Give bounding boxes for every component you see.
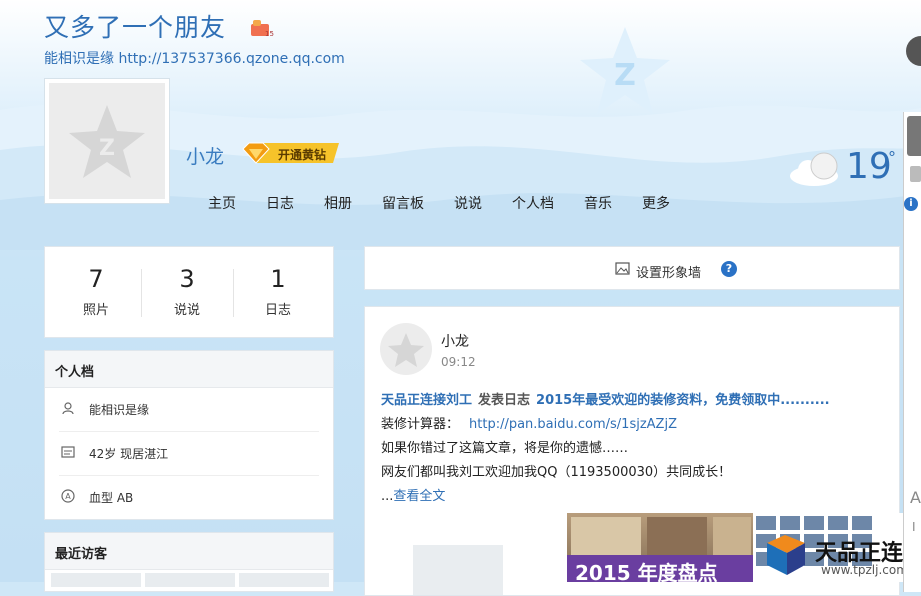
image-settings-icon[interactable] [615, 262, 631, 276]
profile-row: A 血型 AB [59, 475, 319, 519]
nav-item-blog[interactable]: 日志 [266, 193, 294, 213]
profile-row: 能相识是缘 [59, 387, 319, 432]
font-size-icon[interactable]: A [910, 488, 921, 507]
post-calc-link[interactable]: http://pan.baidu.com/s/1sjzAZjZ [469, 417, 677, 432]
nav-item-music[interactable]: 音乐 [584, 193, 612, 213]
weather-degree: ° [888, 148, 896, 167]
card-icon [61, 446, 75, 458]
text-cursor-icon: I [912, 520, 916, 534]
stat-blogs-label: 日志 [264, 303, 291, 318]
post-action: 发表日志 [478, 393, 531, 408]
avatar-placeholder: Z [49, 83, 165, 199]
svg-text:Z: Z [614, 58, 636, 93]
stat-photos-label: 照片 [82, 303, 109, 318]
visitor-thumb[interactable] [239, 573, 329, 587]
main-nav: 主页 日志 相册 留言板 说说 个人档 音乐 更多 [208, 193, 700, 213]
post-image-thumb[interactable] [413, 545, 503, 595]
visitor-thumb[interactable] [51, 573, 141, 587]
stat-photos-value: 7 [88, 265, 104, 293]
profile-avatar[interactable]: Z [44, 78, 170, 204]
image-wall-banner: 设置形象墙 ? [364, 246, 900, 290]
stats-card: 7 照片 3 说说 1 日志 [44, 246, 334, 338]
nav-item-moments[interactable]: 说说 [454, 193, 482, 213]
profile-card-header: 个人档 [45, 351, 333, 388]
post-author-name[interactable]: 小龙 [441, 331, 469, 351]
page-title: 又多了一个朋友 [44, 13, 227, 42]
visitor-thumb[interactable] [145, 573, 235, 587]
stat-moments-label: 说说 [173, 303, 200, 318]
ad-url: www.tpzlj.com [821, 563, 903, 577]
post-headline-link[interactable]: 2015年最受欢迎的装修资料，免费领取中.......... [536, 393, 830, 408]
default-avatar-star-icon: Z [69, 105, 145, 178]
stat-blogs-value: 1 [270, 265, 286, 293]
post-calc-label: 装修计算器： [381, 417, 460, 432]
post-body-line: 如果你错过了这篇文章，将是你的遗憾…… [381, 441, 629, 456]
ad-photo: 2015 年度盘点 [567, 513, 753, 582]
visitors-card-header: 最近访客 [45, 533, 333, 570]
qzone-star-icon: Z [580, 27, 670, 114]
svg-text:15: 15 [265, 30, 274, 38]
post-author-avatar[interactable] [380, 323, 432, 375]
nav-item-home[interactable]: 主页 [208, 193, 236, 213]
weather-temperature: 19 [846, 146, 892, 187]
default-avatar-star-icon [388, 333, 424, 367]
post-body-line: 装修计算器： http://pan.baidu.com/s/1sjzAZjZ [381, 413, 677, 432]
visitors-card: 最近访客 [44, 532, 334, 592]
profile-card: 个人档 能相识是缘 42岁 现居湛江 A 血型 AB [44, 350, 334, 520]
weather-cloud-icon [790, 152, 838, 186]
post-ellipsis: ... [381, 489, 394, 504]
stat-moments[interactable]: 3 说说 [142, 265, 232, 318]
visitors-card-title: 最近访客 [55, 547, 108, 562]
nav-item-more[interactable]: 更多 [642, 193, 670, 213]
info-icon[interactable]: i [904, 197, 918, 211]
post-body-line: 网友们都叫我刘工欢迎加我QQ（1193500030）共同成长！ [381, 465, 732, 480]
svg-text:A: A [65, 492, 71, 501]
post-more-row: ...查看全文 [381, 485, 445, 504]
view-full-text-link[interactable]: 查看全文 [393, 489, 445, 504]
set-image-wall-link[interactable]: 设置形象墙 [636, 262, 701, 281]
stat-photos[interactable]: 7 照片 [51, 265, 141, 318]
bloodtype-icon: A [61, 489, 75, 503]
help-icon[interactable]: ? [721, 261, 737, 277]
brand-logo-icon [767, 535, 805, 575]
profile-bloodtype: 血型 AB [89, 491, 134, 505]
profile-motto: 能相识是缘 [89, 403, 150, 417]
post-time: 09:12 [441, 355, 476, 369]
svg-text:Z: Z [99, 136, 115, 161]
page-subtitle[interactable]: 能相识是缘 http://137537366.qzone.qq.com [44, 48, 345, 68]
stat-blogs[interactable]: 1 日志 [233, 265, 323, 318]
profile-row: 42岁 现居湛江 [59, 431, 319, 476]
nav-item-album[interactable]: 相册 [324, 193, 352, 213]
profile-age-location: 42岁 现居湛江 [89, 447, 169, 461]
side-tool-icon[interactable] [910, 166, 921, 182]
profile-card-title: 个人档 [55, 365, 95, 380]
post-headline-row: 天品正连接刘工 发表日志 2015年最受欢迎的装修资料，免费领取中.........… [381, 389, 830, 408]
gift-badge-icon[interactable]: 15 [249, 18, 275, 38]
post-source-link[interactable]: 天品正连接刘工 [381, 393, 472, 408]
nav-item-guestbook[interactable]: 留言板 [382, 193, 424, 213]
ad-banner[interactable]: 2015 年度盘点 天品正连接 www.tpzlj.com [567, 513, 903, 582]
vip-label[interactable]: 开通黄钻 [278, 146, 326, 163]
person-icon [62, 402, 74, 415]
profile-username[interactable]: 小龙 [186, 142, 224, 169]
ad-year-text: 2015 年度盘点 [575, 561, 718, 582]
nav-item-profile[interactable]: 个人档 [512, 193, 554, 213]
side-avatar[interactable] [907, 116, 921, 156]
stat-moments-value: 3 [179, 265, 195, 293]
